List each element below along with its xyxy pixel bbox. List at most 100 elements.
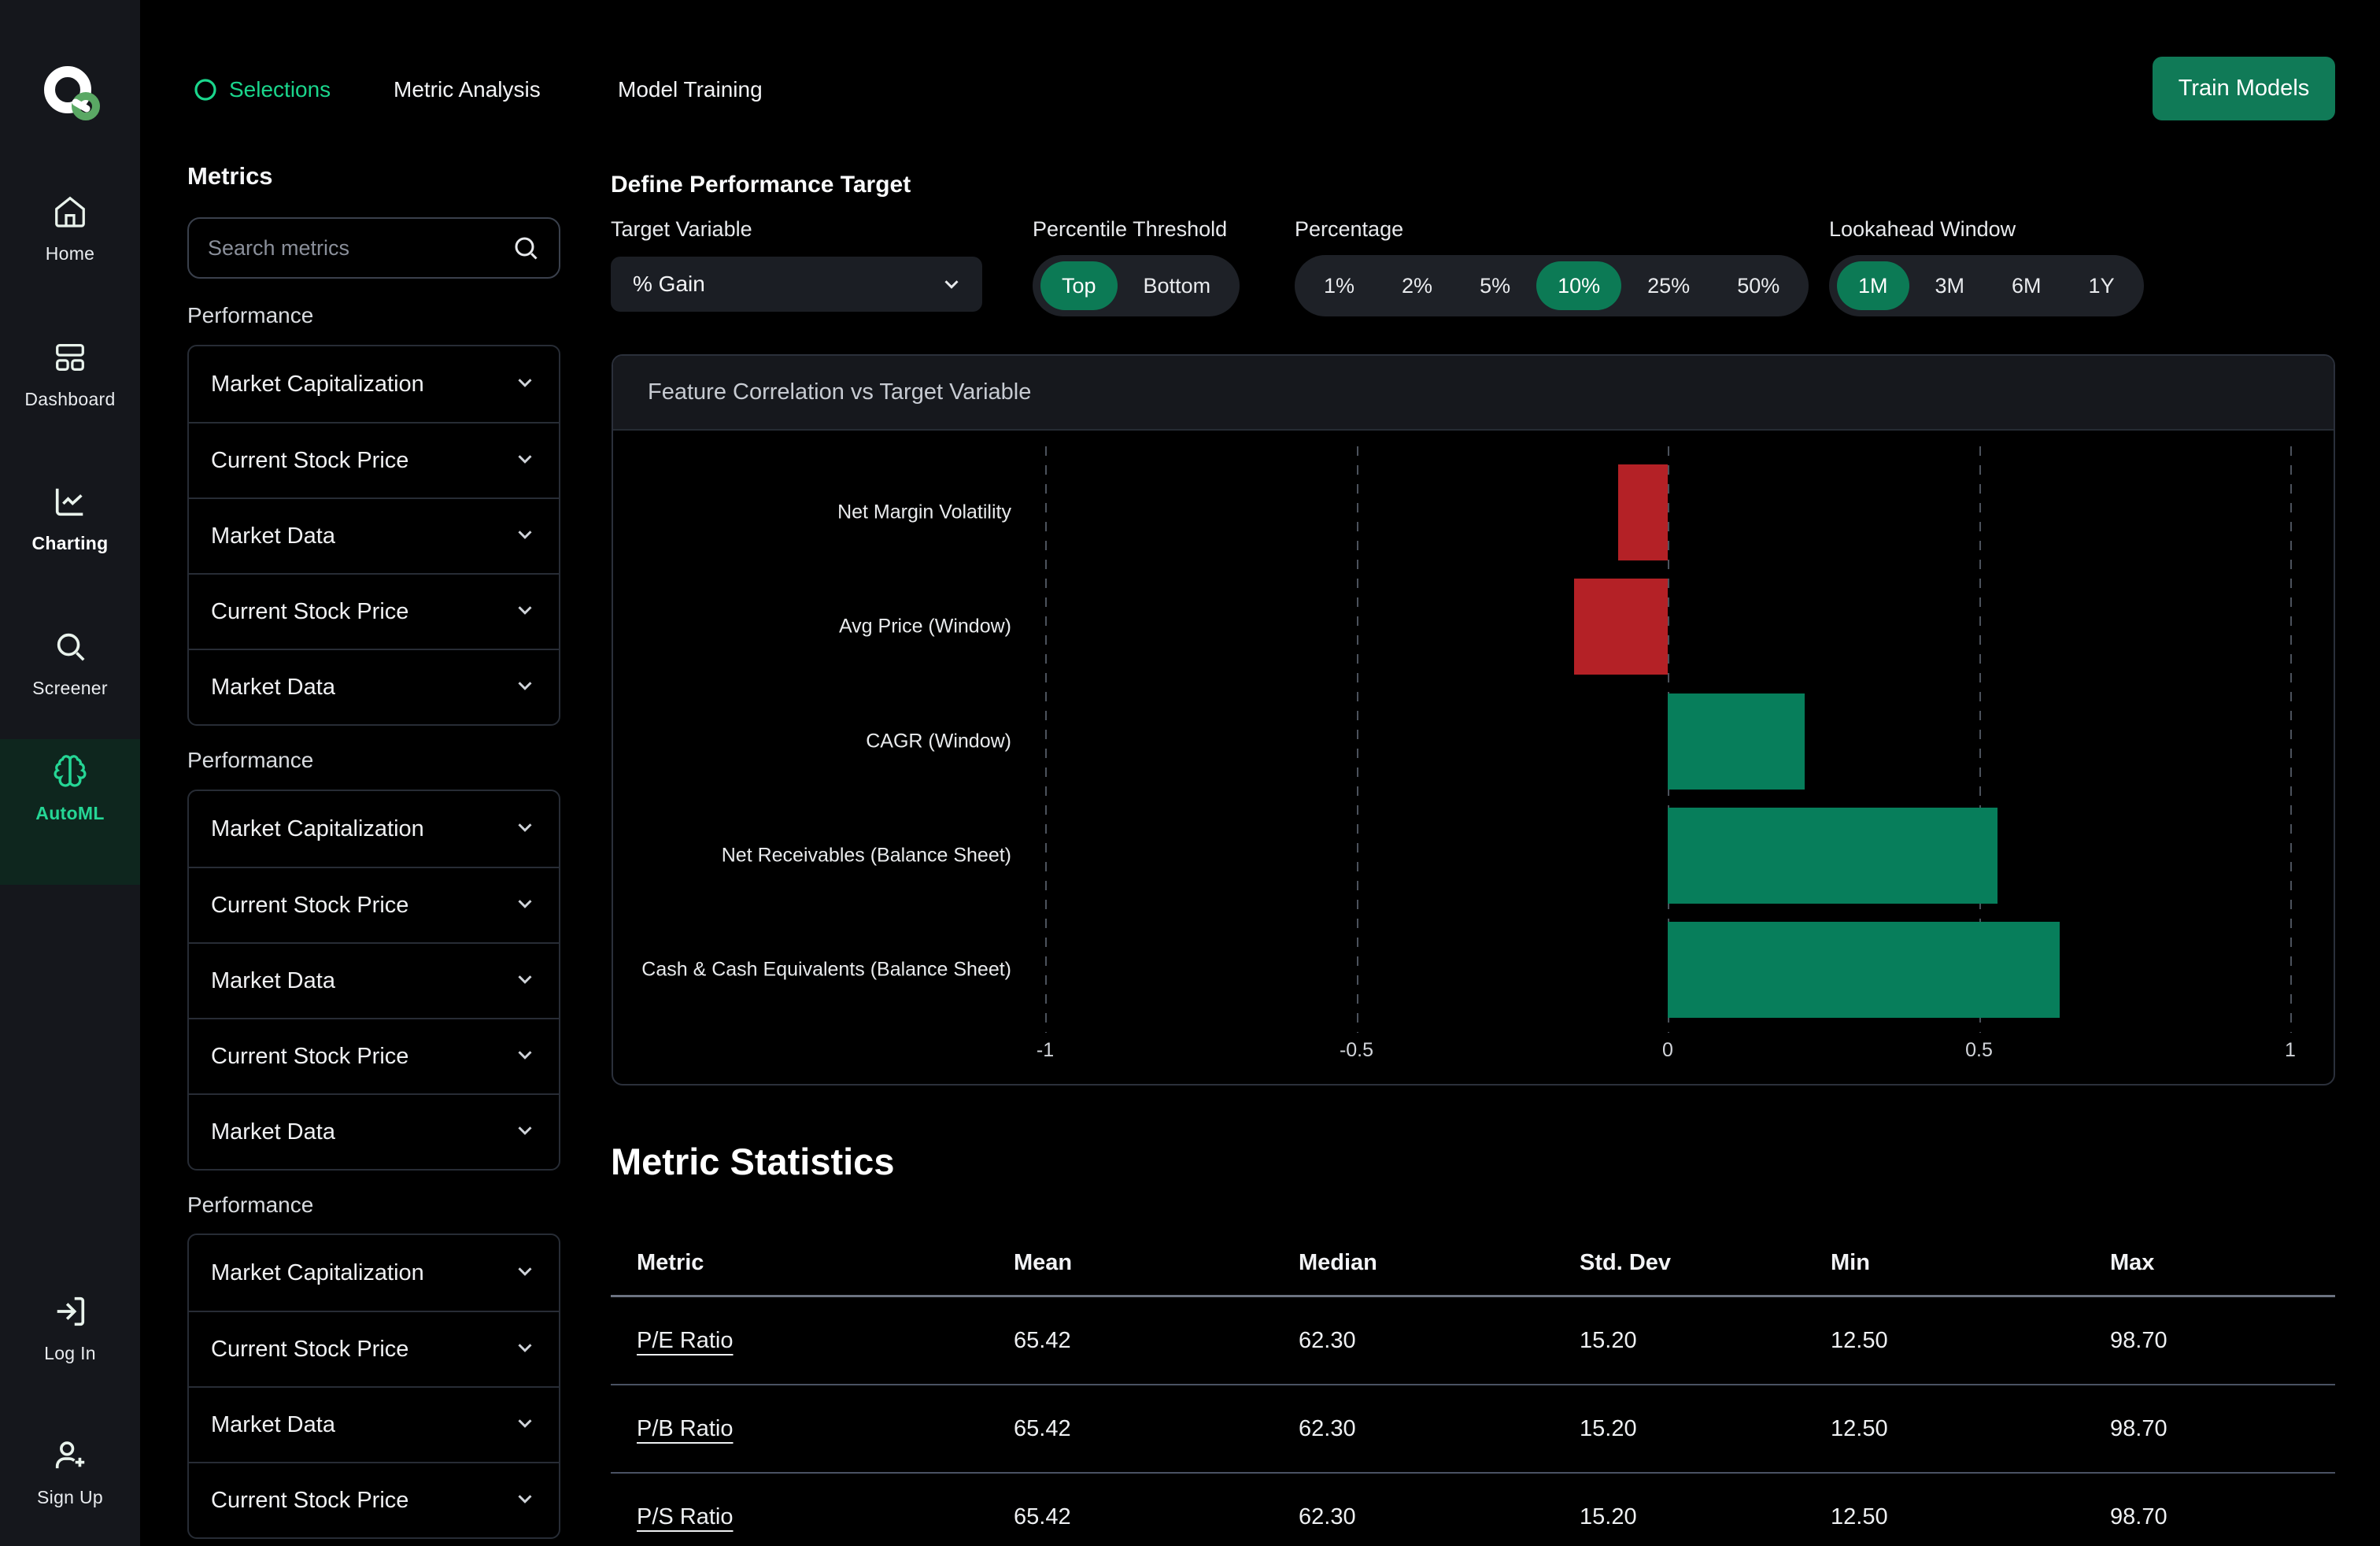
metric-name-link[interactable]: P/B Ratio [637,1416,734,1442]
stats-cell: 98.70 [2110,1504,2335,1530]
lookahead-segment: 1M3M6M1Y [1829,255,2144,316]
chevron-down-icon [513,447,537,475]
sidebar-item-label: Charting [32,533,109,554]
lookahead-option-1m[interactable]: 1M [1837,261,1909,310]
chevron-down-icon [940,272,963,296]
chevron-down-icon [513,1043,537,1071]
percentage-option-5[interactable]: 5% [1458,261,1532,310]
chevron-down-icon [513,598,537,626]
percentage-option-1[interactable]: 1% [1303,261,1376,310]
chevron-down-icon [513,371,537,398]
sidebar-item-login[interactable]: Log In [0,1279,140,1378]
train-models-button[interactable]: Train Models [2153,57,2335,120]
percentage-label: Percentage [1295,217,1403,242]
metric-item-label: Current Stock Price [211,448,408,474]
lookahead-option-3m[interactable]: 3M [1914,261,1986,310]
define-target-title: Define Performance Target [611,172,911,198]
stats-cell: 65.42 [1014,1416,1299,1442]
chart-title: Feature Correlation vs Target Variable [648,379,1031,405]
correlation-bar [1574,579,1668,675]
metric-accordion-item[interactable]: Market Data [189,497,559,573]
correlation-bar [1668,922,2060,1018]
stats-cell: 62.30 [1299,1504,1580,1530]
metric-accordion-item[interactable]: Market Capitalization [189,791,559,867]
app-logo[interactable] [0,63,140,124]
signup-icon [52,1437,88,1478]
table-row: P/S Ratio65.4262.3015.2012.5098.70 [611,1474,2335,1546]
chevron-down-icon [513,674,537,701]
chart-category-label: CAGR (Window) [634,730,1011,753]
threshold-option-top[interactable]: Top [1040,261,1118,310]
metric-item-label: Market Capitalization [211,1260,424,1286]
metrics-search [187,217,560,279]
sidebar-item-screener[interactable]: Screener [0,614,140,713]
percentage-option-25[interactable]: 25% [1626,261,1711,310]
metric-statistics-title: Metric Statistics [611,1140,894,1183]
metric-accordion-item[interactable]: Market Capitalization [189,346,559,422]
stats-cell: 65.42 [1014,1504,1299,1530]
tab-metric-analysis[interactable]: Metric Analysis [394,69,541,110]
metric-accordion-item[interactable]: Current Stock Price [189,1311,559,1386]
automl-icon [52,753,88,793]
metric-accordion-item[interactable]: Market Data [189,942,559,1018]
metric-accordion-item[interactable]: Market Data [189,649,559,724]
tab-label: Selections [229,77,331,102]
percentage-segment: 1%2%5%10%25%50% [1295,255,1809,316]
metric-group-label: Performance [187,748,313,773]
metric-accordion-item[interactable]: Current Stock Price [189,573,559,649]
metric-accordion-item[interactable]: Current Stock Price [189,1018,559,1093]
percentage-option-10[interactable]: 10% [1536,261,1621,310]
percentile-threshold-label: Percentile Threshold [1033,217,1227,242]
chevron-down-icon [513,1259,537,1287]
chevron-down-icon [513,1487,537,1515]
automl-page: Home Dashboard Charting Screener AutoML Log I… [0,0,2380,1546]
sidebar-item-dashboard[interactable]: Dashboard [0,325,140,424]
search-input[interactable] [189,219,512,277]
metric-item-label: Market Data [211,523,335,549]
sidebar-item-charting[interactable]: Charting [0,469,140,568]
stats-cell: 98.70 [2110,1416,2335,1442]
metric-item-label: Current Stock Price [211,599,408,625]
chart-gridline [1357,446,1358,1033]
metric-item-label: Market Data [211,675,335,701]
percentage-option-2[interactable]: 2% [1380,261,1454,310]
sidebar-item-signup[interactable]: Sign Up [0,1423,140,1522]
lookahead-option-6m[interactable]: 6M [1990,261,2063,310]
stats-cell: 98.70 [2110,1328,2335,1354]
table-row: P/E Ratio65.4262.3015.2012.5098.70 [611,1297,2335,1385]
lookahead-option-1y[interactable]: 1Y [2068,261,2136,310]
table-row: P/B Ratio65.4262.3015.2012.5098.70 [611,1385,2335,1474]
metric-item-label: Market Data [211,1412,335,1438]
stats-column-header: Median [1299,1250,1580,1276]
sidebar-item-home[interactable]: Home [0,179,140,279]
metric-accordion-item[interactable]: Market Data [189,1093,559,1169]
sidebar-item-label: Log In [44,1343,96,1364]
x-axis-tick-label: -0.5 [1340,1039,1373,1062]
metric-accordion-item[interactable]: Market Data [189,1386,559,1462]
correlation-bar [1668,693,1805,790]
screener-icon [52,628,88,668]
threshold-option-bottom[interactable]: Bottom [1122,261,1232,310]
metric-accordion-item[interactable]: Market Capitalization [189,1235,559,1311]
search-icon[interactable] [512,234,540,262]
metric-accordion-item[interactable]: Current Stock Price [189,1462,559,1537]
tab-selections[interactable]: Selections [193,69,331,110]
lookahead-window-label: Lookahead Window [1829,217,2016,242]
stats-column-header: Metric [637,1250,1014,1276]
stats-header-row: MetricMeanMedianStd. DevMinMax [611,1230,2335,1297]
metric-accordion-item[interactable]: Current Stock Price [189,867,559,942]
metric-item-label: Current Stock Price [211,1044,408,1070]
percentage-option-50[interactable]: 50% [1716,261,1801,310]
metric-name-link[interactable]: P/E Ratio [637,1328,734,1354]
metric-item-label: Market Capitalization [211,816,424,842]
metric-name-link[interactable]: P/S Ratio [637,1504,734,1530]
sidebar: Home Dashboard Charting Screener AutoML Log I… [0,0,140,1546]
tab-model-training[interactable]: Model Training [618,69,763,110]
sidebar-item-label: Home [46,243,95,264]
chart-gridline [1045,446,1047,1033]
metric-accordion-item[interactable]: Current Stock Price [189,422,559,497]
target-variable-select[interactable]: % Gain [611,257,982,312]
chevron-down-icon [513,1336,537,1363]
sidebar-item-automl[interactable]: AutoML [0,739,140,885]
chart-category-label: Cash & Cash Equivalents (Balance Sheet) [634,959,1011,982]
